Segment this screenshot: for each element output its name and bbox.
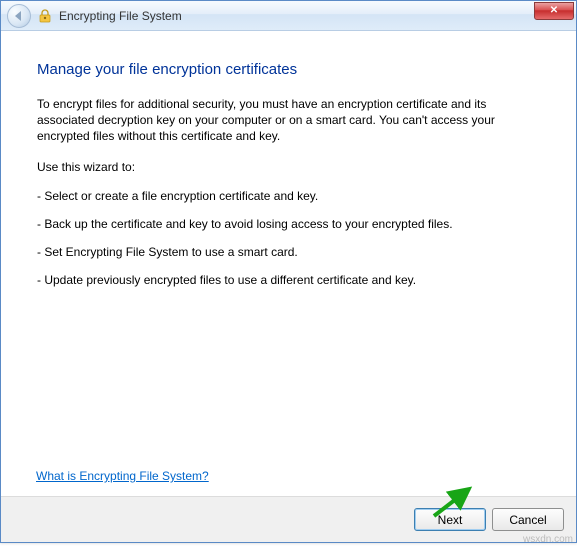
footer: Next Cancel [1,496,576,542]
help-link[interactable]: What is Encrypting File System? [36,469,209,483]
bullet-2: - Back up the certificate and key to avo… [37,217,540,231]
titlebar: Encrypting File System ✕ [1,1,576,31]
close-button[interactable]: ✕ [534,2,574,20]
watermark: wsxdn.com [523,534,573,545]
help-link-area: What is Encrypting File System? [36,467,209,485]
intro-text: To encrypt files for additional security… [37,96,540,145]
cancel-button[interactable]: Cancel [492,508,564,531]
content-area: Manage your file encryption certificates… [1,31,576,496]
usage-label: Use this wizard to: [37,159,540,175]
efs-icon [37,8,53,24]
page-heading: Manage your file encryption certificates [37,61,540,78]
close-icon: ✕ [550,6,558,16]
back-button[interactable] [7,4,31,28]
bullet-1: - Select or create a file encryption cer… [37,189,540,203]
wizard-window: Encrypting File System ✕ Manage your fil… [0,0,577,543]
next-button[interactable]: Next [414,508,486,531]
window-title: Encrypting File System [59,9,182,23]
back-arrow-icon [15,11,21,21]
bullet-4: - Update previously encrypted files to u… [37,273,540,287]
bullet-3: - Set Encrypting File System to use a sm… [37,245,540,259]
